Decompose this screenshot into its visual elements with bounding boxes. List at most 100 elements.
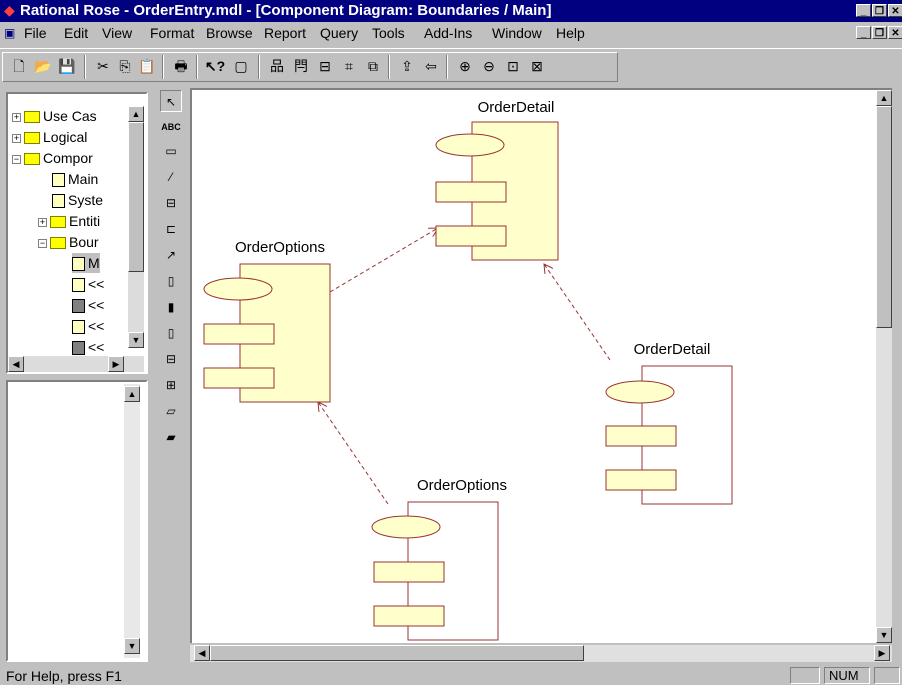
cut-icon[interactable]: ✂ xyxy=(92,55,114,77)
tree-item-component-view[interactable]: − Compor xyxy=(12,148,93,168)
scroll-down-button[interactable]: ▼ xyxy=(128,332,144,348)
package-tool-icon[interactable]: ⊏ xyxy=(160,218,182,240)
browse-class-diagram-icon[interactable]: 品 xyxy=(266,55,288,77)
undo-fit-in-window-icon[interactable]: ⊠ xyxy=(526,55,548,77)
tree-item-component[interactable]: << xyxy=(72,274,104,294)
tree-item-boundaries[interactable]: − Bour xyxy=(38,232,99,252)
scroll-up-button[interactable]: ▲ xyxy=(128,106,144,122)
browser-vertical-scrollbar[interactable]: ▲ ▼ xyxy=(128,106,144,348)
package-body-tool-icon[interactable]: ⊞ xyxy=(160,374,182,396)
subprogram-spec-tool-icon[interactable]: ▮ xyxy=(160,296,182,318)
browse-component-diagram-icon[interactable]: ⊟ xyxy=(314,55,336,77)
minimize-button[interactable]: _ xyxy=(856,4,871,17)
menu-browse[interactable]: Browse xyxy=(206,25,253,41)
new-icon[interactable]: 🗋 xyxy=(8,55,30,77)
browse-state-diagram-icon[interactable]: ⌗ xyxy=(338,55,360,77)
restore-button[interactable]: ❐ xyxy=(872,4,887,17)
scroll-thumb[interactable] xyxy=(210,645,584,661)
copy-icon[interactable]: ⎘ xyxy=(114,55,136,77)
subprogram-body-tool-icon[interactable]: ▯ xyxy=(160,322,182,344)
main-program-tool-icon[interactable]: ▯ xyxy=(160,270,182,292)
diagram-canvas[interactable]: OrderDetail OrderOptions OrderDetail Ord… xyxy=(190,88,892,643)
browse-previous-diagram-icon[interactable]: ⇦ xyxy=(420,55,442,77)
doc-restore-button[interactable]: ❐ xyxy=(872,26,887,39)
component-orderdetail-spec[interactable]: OrderDetail xyxy=(435,99,559,261)
scroll-down-button[interactable]: ▼ xyxy=(124,638,140,654)
documentation-scrollbar[interactable]: ▲ ▼ xyxy=(124,384,140,658)
menu-query[interactable]: Query xyxy=(320,25,358,41)
scroll-right-button[interactable]: ▶ xyxy=(108,356,124,372)
close-button[interactable]: ✕ xyxy=(888,4,902,17)
collapse-icon[interactable]: − xyxy=(12,154,21,164)
scroll-left-button[interactable]: ◀ xyxy=(194,645,210,661)
selection-tool-icon[interactable]: ↖ xyxy=(160,90,182,112)
zoom-out-icon[interactable]: ⊖ xyxy=(478,55,500,77)
note-tool-icon[interactable]: ▭ xyxy=(160,140,182,162)
menu-view[interactable]: View xyxy=(102,25,132,41)
component-orderoptions-spec[interactable]: OrderOptions xyxy=(203,239,331,403)
tree-item-component[interactable]: << xyxy=(72,316,104,336)
expand-icon[interactable]: + xyxy=(12,133,21,143)
doc-close-button[interactable]: ✕ xyxy=(888,26,902,39)
scroll-thumb[interactable] xyxy=(128,122,144,272)
dependency-orderoptions-body-to-spec[interactable] xyxy=(318,402,389,505)
menu-report[interactable]: Report xyxy=(264,25,306,41)
tree-item-label: << xyxy=(88,339,105,355)
package-spec-tool-icon[interactable]: ⊟ xyxy=(160,348,182,370)
print-icon[interactable]: 🖶 xyxy=(170,55,192,77)
menu-file[interactable]: File xyxy=(24,25,47,41)
tree-item-use-case-view[interactable]: + Use Cas xyxy=(12,106,97,126)
menu-tools[interactable]: Tools xyxy=(372,25,405,41)
dependency-tool-icon[interactable]: ↗ xyxy=(160,244,182,266)
menu-help[interactable]: Help xyxy=(556,25,585,41)
tree-item-entities[interactable]: + Entiti xyxy=(38,211,100,231)
fit-in-window-icon[interactable]: ⊡ xyxy=(502,55,524,77)
context-help-icon[interactable]: ↖? xyxy=(204,55,226,77)
tree-item-main[interactable]: Main xyxy=(52,169,98,189)
doc-minimize-button[interactable]: _ xyxy=(856,26,871,39)
scroll-right-button[interactable]: ▶ xyxy=(874,645,890,661)
menu-add-ins[interactable]: Add-Ins xyxy=(424,25,472,41)
tree-item-system[interactable]: Syste xyxy=(52,190,103,210)
menu-edit[interactable]: Edit xyxy=(64,25,88,41)
menu-format[interactable]: Format xyxy=(150,25,194,41)
scroll-up-button[interactable]: ▲ xyxy=(124,386,140,402)
expand-icon[interactable]: + xyxy=(12,112,21,122)
canvas-vertical-scrollbar[interactable]: ▲ ▼ xyxy=(876,90,892,643)
zoom-in-icon[interactable]: ⊕ xyxy=(454,55,476,77)
rational-rose-icon[interactable]: ◆ xyxy=(4,3,18,17)
save-icon[interactable]: 💾 xyxy=(56,55,78,77)
expand-icon[interactable]: + xyxy=(38,217,47,227)
collapse-icon[interactable]: − xyxy=(38,238,47,248)
document-icon[interactable]: ▣ xyxy=(4,26,18,40)
component-tool-icon[interactable]: ⊟ xyxy=(160,192,182,214)
browser-tree[interactable]: + Use Cas + Logical − Compor Main Syste + En… xyxy=(6,92,148,374)
anchor-note-tool-icon[interactable]: ⁄ xyxy=(160,166,182,188)
browse-parent-icon[interactable]: ⇪ xyxy=(396,55,418,77)
task-body-tool-icon[interactable]: ▰ xyxy=(160,426,182,448)
text-tool-icon[interactable]: ABC xyxy=(160,116,182,138)
browse-interaction-diagram-icon[interactable]: 閂 xyxy=(290,55,312,77)
browser-horizontal-scrollbar[interactable]: ◀ ▶ xyxy=(8,356,144,372)
dependency-orderdetail-body-to-spec[interactable] xyxy=(544,264,611,361)
scroll-up-button[interactable]: ▲ xyxy=(876,90,892,106)
dependency-orderoptions-to-orderdetail[interactable] xyxy=(329,228,438,293)
component-orderoptions-body[interactable]: OrderOptions xyxy=(371,477,507,641)
open-icon[interactable]: 📂 xyxy=(32,55,54,77)
view-documentation-icon[interactable]: ▢ xyxy=(230,55,252,77)
tree-item-component[interactable]: << xyxy=(72,337,104,357)
documentation-pane[interactable]: ▲ ▼ xyxy=(6,380,148,662)
tree-item-boundaries-main[interactable]: M xyxy=(72,253,100,273)
task-spec-tool-icon[interactable]: ▱ xyxy=(160,400,182,422)
tree-item-logical-view[interactable]: + Logical xyxy=(12,127,87,147)
scroll-thumb[interactable] xyxy=(876,106,892,328)
scroll-down-button[interactable]: ▼ xyxy=(876,627,892,643)
tree-item-label: Logical xyxy=(43,129,88,145)
menu-window[interactable]: Window xyxy=(492,25,542,41)
component-orderdetail-body[interactable]: OrderDetail xyxy=(605,341,733,505)
canvas-horizontal-scrollbar[interactable]: ◀ ▶ xyxy=(190,645,892,662)
tree-item-component[interactable]: << xyxy=(72,295,104,315)
browse-deployment-diagram-icon[interactable]: ⧉ xyxy=(362,55,384,77)
scroll-left-button[interactable]: ◀ xyxy=(8,356,24,372)
paste-icon[interactable]: 📋 xyxy=(136,55,158,77)
